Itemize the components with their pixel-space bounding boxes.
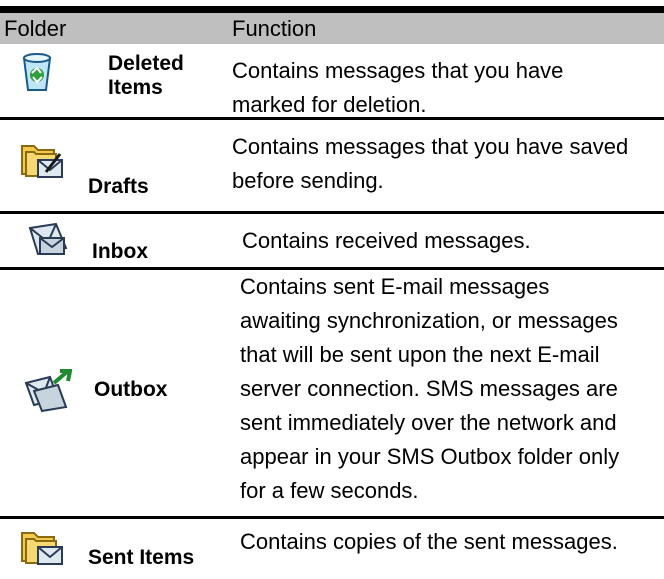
- row-name: Inbox: [92, 240, 148, 263]
- recycle-bin-icon: [20, 52, 54, 92]
- drafts-folder-icon: [20, 140, 66, 180]
- table-row: Outbox Contains sent E-mail messages awa…: [0, 270, 664, 519]
- row-name: Drafts: [88, 175, 149, 198]
- row-desc-line: Contains messages that you have: [232, 58, 564, 83]
- row-desc-line: awaiting synchronization, or messages: [240, 308, 618, 333]
- table-row: Inbox Contains received messages.: [0, 214, 664, 270]
- table-row: Deleted Items Contains messages that you…: [0, 44, 664, 120]
- folder-function-table: Folder Function Deleted Items Contains m…: [0, 0, 664, 579]
- row-name-line: Deleted: [108, 52, 184, 75]
- row-desc-line: before sending.: [232, 168, 384, 193]
- row-desc-line: appear in your SMS Outbox folder only: [240, 444, 620, 469]
- row-name-line: Items: [108, 76, 163, 99]
- row-desc-line: Contains messages that you have saved: [232, 134, 629, 159]
- header-folder: Folder: [4, 16, 67, 41]
- inbox-folder-icon: [26, 222, 70, 258]
- table-row: Drafts Contains messages that you have s…: [0, 120, 664, 214]
- table-top-rule: [0, 6, 664, 13]
- row-desc-line: Contains copies of the sent messages.: [240, 529, 618, 554]
- outbox-folder-icon: [24, 369, 72, 413]
- row-name: Sent Items: [88, 546, 195, 569]
- row-desc-line: server connection. SMS messages are: [240, 376, 618, 401]
- table-row: Sent Items Contains copies of the sent m…: [0, 519, 664, 579]
- row-desc-line: Contains sent E-mail messages: [240, 274, 550, 299]
- row-desc-line: Contains received messages.: [242, 228, 531, 253]
- table-header: Folder Function: [0, 13, 664, 44]
- row-desc-line: sent immediately over the network and: [240, 410, 617, 435]
- row-desc-line: for a few seconds.: [240, 478, 419, 503]
- row-name: Outbox: [94, 378, 168, 401]
- header-function: Function: [232, 16, 317, 41]
- sent-items-folder-icon: [20, 527, 66, 567]
- row-desc-line: that will be sent upon the next E-mail: [240, 342, 600, 367]
